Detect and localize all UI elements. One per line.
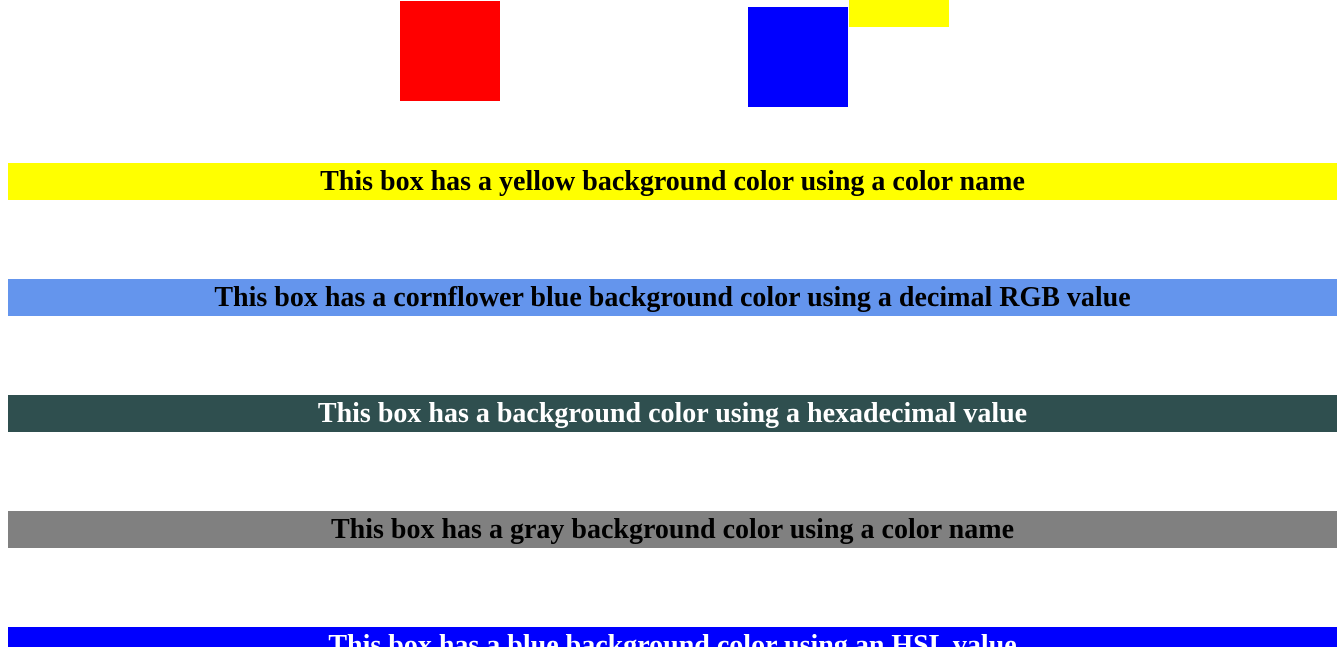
gray-box: This box has a gray background color usi… xyxy=(8,511,1337,548)
red-square xyxy=(400,1,500,101)
cornflower-blue-box: This box has a cornflower blue backgroun… xyxy=(8,279,1337,316)
blue-square xyxy=(748,7,848,107)
hsl-blue-box: This box has a blue background color usi… xyxy=(8,627,1337,647)
hex-color-box: This box has a background color using a … xyxy=(8,395,1337,432)
yellow-box: This box has a yellow background color u… xyxy=(8,163,1337,200)
yellow-square xyxy=(849,0,949,27)
